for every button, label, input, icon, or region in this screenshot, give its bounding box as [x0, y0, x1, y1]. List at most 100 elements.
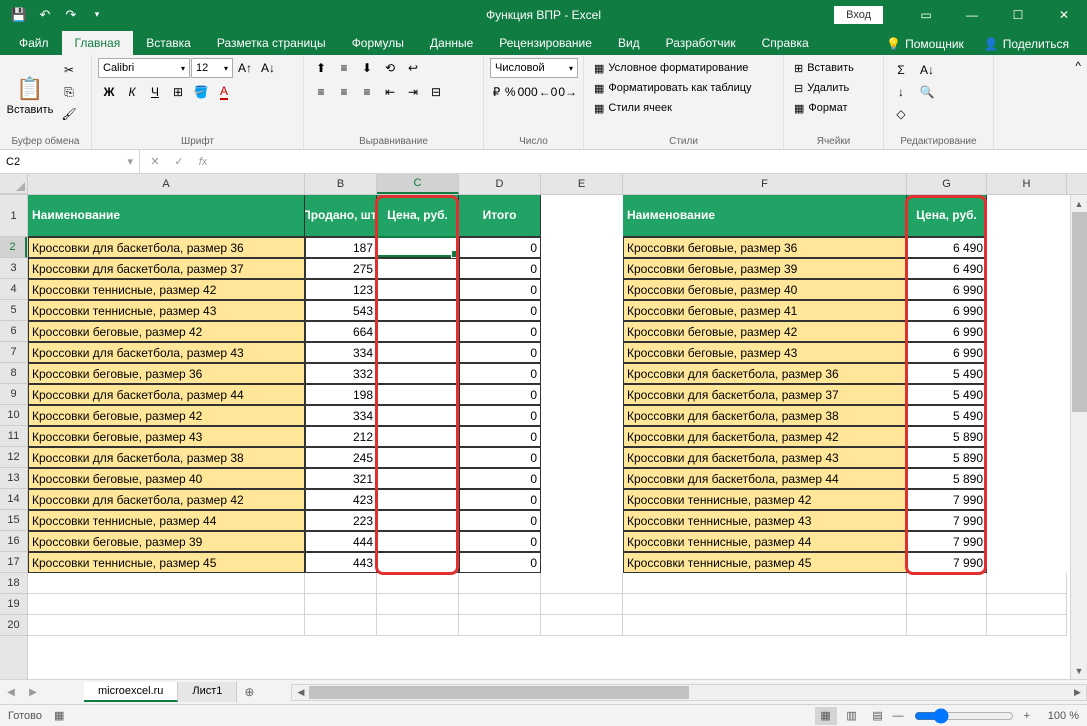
cell-A17[interactable]: Кроссовки теннисные, размер 45 [28, 552, 305, 573]
cell-F15[interactable]: Кроссовки теннисные, размер 43 [623, 510, 907, 531]
cell-E19[interactable] [541, 594, 623, 615]
close-icon[interactable]: ✕ [1041, 0, 1087, 29]
align-middle-icon[interactable]: ≡ [333, 58, 355, 78]
col-header-A[interactable]: A [28, 174, 305, 194]
tab-файл[interactable]: Файл [6, 31, 62, 55]
cell-B8[interactable]: 332 [305, 363, 377, 384]
font-size-combo[interactable]: 12▾ [191, 58, 233, 78]
cell-B3[interactable]: 275 [305, 258, 377, 279]
cell-B16[interactable]: 444 [305, 531, 377, 552]
delete-cells-button[interactable]: ⊟Удалить [790, 78, 877, 98]
cell-H20[interactable] [987, 615, 1067, 636]
row-header-2[interactable]: 2 [0, 237, 27, 258]
row-header-12[interactable]: 12 [0, 447, 27, 468]
cell-D3[interactable]: 0 [459, 258, 541, 279]
orientation-icon[interactable]: ⟲ [379, 58, 401, 78]
cell-G18[interactable] [907, 573, 987, 594]
add-sheet-icon[interactable]: ⊕ [237, 685, 261, 699]
format-cells-button[interactable]: ▦Формат [790, 98, 877, 118]
cell-C13[interactable] [377, 468, 459, 489]
cell-D9[interactable]: 0 [459, 384, 541, 405]
cell-C1[interactable]: Цена, руб. [377, 195, 459, 237]
zoom-slider[interactable] [914, 708, 1014, 724]
horizontal-scrollbar[interactable]: ◀ ▶ [291, 684, 1087, 701]
fill-icon[interactable]: ↓ [890, 82, 912, 102]
format-painter-icon[interactable]: 🖌 [58, 104, 80, 124]
name-box-dropdown-icon[interactable]: ▾ [127, 155, 133, 168]
cell-G8[interactable]: 5 490 [907, 363, 987, 384]
cell-styles-button[interactable]: ▦Стили ячеек [590, 98, 777, 118]
cell-D11[interactable]: 0 [459, 426, 541, 447]
cell-G15[interactable]: 7 990 [907, 510, 987, 531]
cell-A16[interactable]: Кроссовки беговые, размер 39 [28, 531, 305, 552]
cell-F5[interactable]: Кроссовки беговые, размер 41 [623, 300, 907, 321]
row-header-20[interactable]: 20 [0, 615, 27, 636]
cell-F1[interactable]: Наименование [623, 195, 907, 237]
cell-A6[interactable]: Кроссовки беговые, размер 42 [28, 321, 305, 342]
cell-B2[interactable]: 187 [305, 237, 377, 258]
cell-A18[interactable] [28, 573, 305, 594]
ribbon-options-icon[interactable]: ▭ [903, 0, 949, 29]
page-break-view-icon[interactable]: ▤ [867, 707, 889, 725]
clear-icon[interactable]: ◇ [890, 104, 912, 124]
cell-G5[interactable]: 6 990 [907, 300, 987, 321]
cell-C15[interactable] [377, 510, 459, 531]
cell-G19[interactable] [907, 594, 987, 615]
cell-F11[interactable]: Кроссовки для баскетбола, размер 42 [623, 426, 907, 447]
cell-E18[interactable] [541, 573, 623, 594]
cut-icon[interactable]: ✂ [58, 60, 80, 80]
cell-A7[interactable]: Кроссовки для баскетбола, размер 43 [28, 342, 305, 363]
cell-C12[interactable] [377, 447, 459, 468]
zoom-out-icon[interactable]: — [893, 710, 904, 722]
cell-D12[interactable]: 0 [459, 447, 541, 468]
cell-G13[interactable]: 5 890 [907, 468, 987, 489]
sheet-tab-1[interactable]: Лист1 [178, 682, 237, 702]
row-header-15[interactable]: 15 [0, 510, 27, 531]
font-name-combo[interactable]: Calibri▾ [98, 58, 190, 78]
cell-F10[interactable]: Кроссовки для баскетбола, размер 38 [623, 405, 907, 426]
collapse-ribbon-icon[interactable]: ^ [1075, 59, 1081, 73]
cell-G14[interactable]: 7 990 [907, 489, 987, 510]
cell-A15[interactable]: Кроссовки теннисные, размер 44 [28, 510, 305, 531]
cell-F18[interactable] [623, 573, 907, 594]
cell-B9[interactable]: 198 [305, 384, 377, 405]
row-header-19[interactable]: 19 [0, 594, 27, 615]
decrease-indent-icon[interactable]: ⇤ [379, 82, 401, 102]
col-header-H[interactable]: H [987, 174, 1067, 194]
cell-B15[interactable]: 223 [305, 510, 377, 531]
row-header-3[interactable]: 3 [0, 258, 27, 279]
cell-G3[interactable]: 6 490 [907, 258, 987, 279]
decrease-font-icon[interactable]: A↓ [257, 58, 279, 78]
cell-G20[interactable] [907, 615, 987, 636]
cell-C14[interactable] [377, 489, 459, 510]
cell-F4[interactable]: Кроссовки беговые, размер 40 [623, 279, 907, 300]
increase-font-icon[interactable]: A↑ [234, 58, 256, 78]
cell-B1[interactable]: Продано, шт. [305, 195, 377, 237]
fill-color-icon[interactable]: 🪣 [190, 82, 212, 102]
scroll-up-icon[interactable]: ▲ [1071, 195, 1087, 212]
tell-me[interactable]: 💡Помощник [876, 33, 974, 55]
copy-icon[interactable]: ⎘ [58, 82, 80, 102]
cell-G11[interactable]: 5 890 [907, 426, 987, 447]
cell-C6[interactable] [377, 321, 459, 342]
cell-D14[interactable]: 0 [459, 489, 541, 510]
cell-G10[interactable]: 5 490 [907, 405, 987, 426]
col-header-E[interactable]: E [541, 174, 623, 194]
cell-G1[interactable]: Цена, руб. [907, 195, 987, 237]
cancel-formula-icon[interactable]: ✕ [144, 152, 166, 172]
cell-F2[interactable]: Кроссовки беговые, размер 36 [623, 237, 907, 258]
cell-D10[interactable]: 0 [459, 405, 541, 426]
cell-G7[interactable]: 6 990 [907, 342, 987, 363]
cell-A8[interactable]: Кроссовки беговые, размер 36 [28, 363, 305, 384]
select-all-corner[interactable] [0, 174, 28, 194]
undo-icon[interactable]: ↶ [34, 4, 56, 26]
tab-вставка[interactable]: Вставка [133, 31, 204, 55]
sheet-next-icon[interactable]: ▶ [24, 683, 42, 701]
cell-F19[interactable] [623, 594, 907, 615]
align-left-icon[interactable]: ≡ [310, 82, 332, 102]
row-header-16[interactable]: 16 [0, 531, 27, 552]
italic-icon[interactable]: К [121, 82, 143, 102]
cell-C4[interactable] [377, 279, 459, 300]
cell-F7[interactable]: Кроссовки беговые, размер 43 [623, 342, 907, 363]
tab-разметка страницы[interactable]: Разметка страницы [204, 31, 339, 55]
